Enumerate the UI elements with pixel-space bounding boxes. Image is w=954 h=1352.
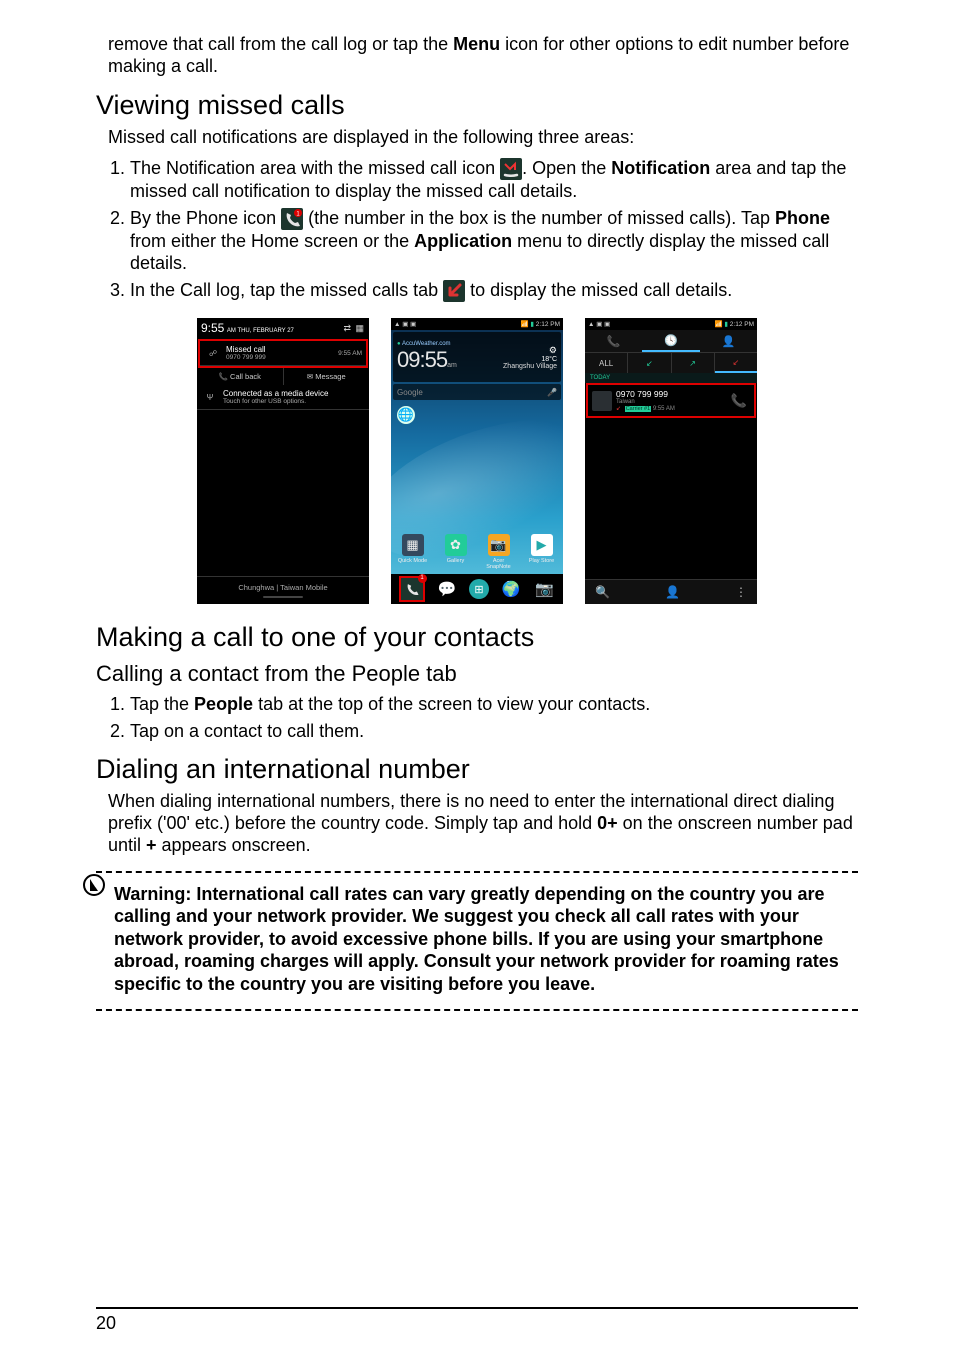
shade-message: ✉ Message: [284, 368, 370, 385]
missed-calls-tab-icon: [443, 280, 465, 302]
subtab-all: ALL: [585, 353, 628, 373]
screenshot-home: ▲ ▣ ▣ 📶 ▮ 2:12 PM ● AccuWeather.com 09:5…: [391, 318, 563, 604]
viewing-item-2: By the Phone icon 1 (the number in the b…: [130, 207, 858, 275]
ampm: AM THU, FEBRUARY 27: [227, 328, 294, 334]
subtab-outgoing-icon: ↗: [672, 353, 715, 373]
calllog-entry: 0970 799 999 Taiwan ↙ Carrier #1 9:55 AM…: [586, 383, 756, 418]
heading-making-call: Making a call to one of your contacts: [96, 622, 858, 653]
overflow-icon: ⋮: [735, 585, 747, 599]
dock-camera-icon: 📷: [533, 578, 555, 600]
shade-carrier: Chunghwa | Taiwan Mobile: [238, 583, 327, 592]
page-footer: 20: [96, 1307, 858, 1334]
dock-earth-icon: 🌍: [500, 578, 522, 600]
contacts-list: Tap the People tab at the top of the scr…: [96, 693, 858, 742]
phone-badge-icon: 1: [281, 208, 303, 230]
viewing-list: The Notification area with the missed ca…: [96, 157, 858, 302]
contact-avatar: [592, 391, 612, 411]
contacts-item-2: Tap on a contact to call them.: [130, 720, 858, 743]
contacts-item-1: Tap the People tab at the top of the scr…: [130, 693, 858, 716]
subtab-incoming-icon: ↙: [628, 353, 671, 373]
screenshots-row: 9:55 AM THU, FEBRUARY 27 ⇄ ▦ ☍ Missed ca…: [96, 318, 858, 604]
browser-globe-icon: 🌐: [397, 406, 415, 424]
intro-paragraph: remove that call from the call log or ta…: [108, 34, 858, 78]
dock-phone-icon: 1: [399, 576, 425, 602]
today-label: TODAY: [585, 373, 757, 383]
tab-recents-icon: 🕓: [642, 330, 699, 352]
warning-text: Warning: International call rates can va…: [114, 883, 858, 996]
mic-icon: 🎤: [547, 388, 557, 397]
subtab-missed-icon: ↙: [715, 353, 757, 373]
search-bar: Google 🎤: [393, 384, 561, 400]
screenshot-call-log: ▲ ▣ ▣ 📶 ▮ 2:12 PM 📞 🕓 👤 ALL ↙ ↗ ↙ TODAY: [585, 318, 757, 604]
entry-call-icon: 📞: [728, 393, 750, 409]
viewing-item-1: The Notification area with the missed ca…: [130, 157, 858, 203]
new-contact-icon: 👤: [665, 585, 680, 599]
usb-icon: Ψ: [201, 393, 219, 402]
heading-intl: Dialing an international number: [96, 754, 858, 785]
screenshot-notification-shade: 9:55 AM THU, FEBRUARY 27 ⇄ ▦ ☍ Missed ca…: [197, 318, 369, 604]
subheading-people-tab: Calling a contact from the People tab: [96, 661, 858, 687]
dock-sms-icon: 💬: [436, 578, 458, 600]
viewing-intro: Missed call notifications are displayed …: [108, 127, 858, 149]
missed-call-notification-icon: [500, 158, 522, 180]
search-icon: 🔍: [595, 585, 610, 599]
warning-icon: [82, 873, 106, 897]
page-number: 20: [96, 1313, 116, 1333]
tab-people-icon: 👤: [700, 330, 757, 352]
missed-person-icon: ☍: [204, 349, 222, 358]
widget-gear-icon: ⚙: [503, 345, 557, 356]
shade-quick-icons: ⇄ ▦: [343, 323, 365, 334]
warning-box: Warning: International call rates can va…: [96, 871, 858, 1012]
heading-viewing-missed: Viewing missed calls: [96, 90, 858, 121]
shade-missed-row: ☍ Missed call 0970 799 999 9:55 AM: [198, 339, 368, 368]
shade-callback: 📞 Call back: [197, 368, 284, 385]
tab-dialer-icon: 📞: [585, 330, 642, 352]
dock-apps-icon: ⊞: [469, 579, 489, 599]
viewing-item-3: In the Call log, tap the missed calls ta…: [130, 279, 858, 302]
intl-paragraph: When dialing international numbers, ther…: [108, 791, 858, 857]
missed-badge: 1: [418, 574, 427, 583]
